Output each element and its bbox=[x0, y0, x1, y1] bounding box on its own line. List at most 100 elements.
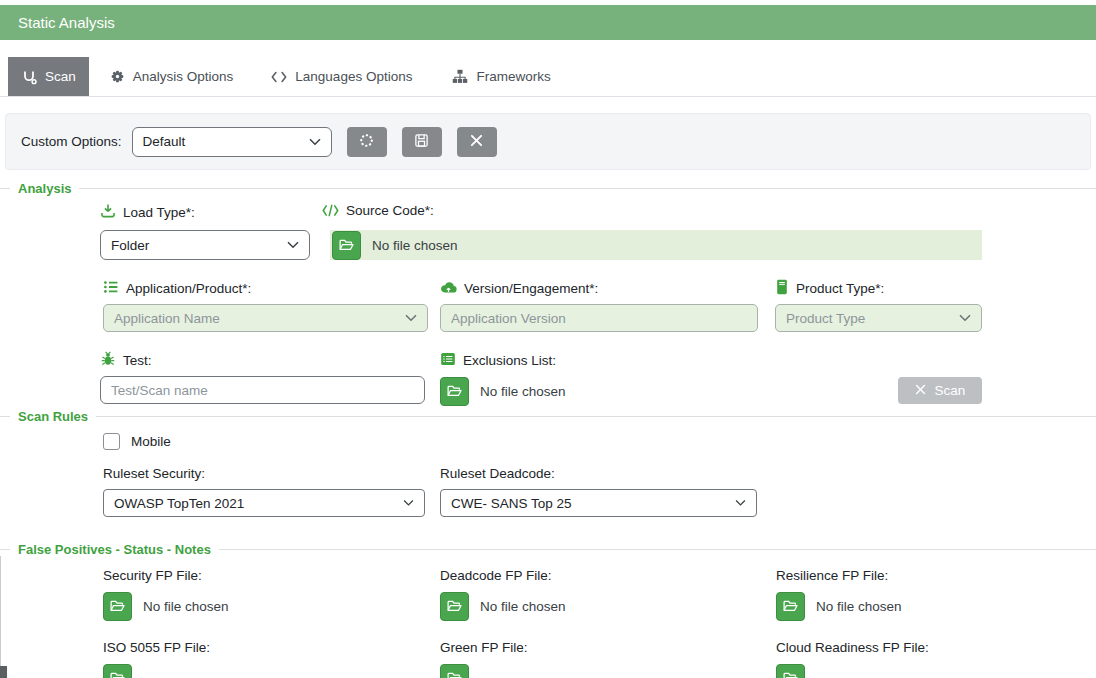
cloud-readiness-fp-label: Cloud Readiness FP File: bbox=[776, 640, 929, 655]
iso5055-fp-file-input[interactable] bbox=[103, 663, 132, 678]
source-code-file-input[interactable]: No file chosen bbox=[330, 230, 982, 260]
analysis-section: Analysis Load Type*: Folder Source Code*… bbox=[0, 181, 1096, 409]
download-icon bbox=[100, 203, 116, 222]
custom-options-label: Custom Options: bbox=[21, 134, 122, 149]
tab-label: Scan bbox=[45, 69, 76, 84]
false-positives-legend: False Positives - Status - Notes bbox=[10, 542, 219, 557]
ruleset-security-value: OWASP TopTen 2021 bbox=[114, 496, 244, 511]
source-code-icon bbox=[322, 204, 339, 217]
security-fp-file-input[interactable]: No file chosen bbox=[103, 591, 229, 621]
list-alt-icon bbox=[440, 351, 456, 370]
test-input[interactable]: Test/Scan name bbox=[100, 376, 425, 404]
refresh-spinner-button[interactable] bbox=[347, 127, 387, 157]
source-code-label: Source Code*: bbox=[346, 203, 434, 218]
version-input[interactable]: Application Version bbox=[440, 304, 758, 332]
mobile-label: Mobile bbox=[131, 434, 171, 449]
folder-open-icon[interactable] bbox=[103, 664, 132, 678]
product-type-placeholder: Product Type bbox=[786, 311, 865, 326]
save-button[interactable] bbox=[402, 127, 442, 157]
load-type-value: Folder bbox=[111, 238, 149, 253]
ruleset-deadcode-label: Ruleset Deadcode: bbox=[440, 466, 555, 481]
resilience-fp-label: Resilience FP File: bbox=[776, 568, 888, 583]
load-type-select[interactable]: Folder bbox=[100, 230, 310, 260]
ruleset-deadcode-value: CWE- SANS Top 25 bbox=[451, 496, 572, 511]
spinner-icon bbox=[358, 132, 375, 152]
folder-open-icon[interactable] bbox=[776, 592, 805, 621]
folder-open-icon[interactable] bbox=[440, 377, 469, 406]
application-label-row: Application/Product*: bbox=[103, 279, 251, 298]
application-placeholder: Application Name bbox=[114, 311, 220, 326]
left-edge-line bbox=[0, 556, 1, 678]
ruleset-deadcode-select[interactable]: CWE- SANS Top 25 bbox=[440, 489, 757, 517]
test-label-row: Test: bbox=[100, 351, 152, 370]
product-type-select[interactable]: Product Type bbox=[775, 304, 982, 332]
test-placeholder: Test/Scan name bbox=[111, 383, 208, 398]
exclusions-file-input[interactable]: No file chosen bbox=[440, 376, 566, 406]
tab-scan[interactable]: Scan bbox=[8, 57, 89, 96]
tab-label: Languages Options bbox=[295, 69, 412, 84]
chevron-down-icon bbox=[735, 500, 746, 507]
tab-analysis-options[interactable]: Analysis Options bbox=[97, 57, 247, 96]
clear-button[interactable] bbox=[457, 127, 497, 157]
scan-rules-section: Scan Rules Mobile Ruleset Security: OWAS… bbox=[0, 409, 1096, 542]
chevron-down-icon bbox=[405, 314, 417, 322]
version-label-row: Version/Engagement*: bbox=[440, 279, 598, 297]
product-type-label-row: Product Type*: bbox=[775, 279, 884, 298]
application-select[interactable]: Application Name bbox=[103, 304, 428, 332]
resilience-fp-file-input[interactable]: No file chosen bbox=[776, 591, 902, 621]
custom-options-value: Default bbox=[143, 134, 186, 149]
tab-label: Analysis Options bbox=[133, 69, 234, 84]
exclusions-label: Exclusions List: bbox=[463, 353, 556, 368]
deadcode-fp-file-input[interactable]: No file chosen bbox=[440, 591, 566, 621]
close-icon bbox=[915, 383, 926, 398]
close-icon bbox=[470, 134, 483, 150]
stethoscope-icon bbox=[21, 69, 37, 85]
security-fp-file-text: No file chosen bbox=[143, 599, 229, 614]
gear-icon bbox=[110, 69, 125, 84]
chevron-down-icon bbox=[309, 138, 321, 146]
source-code-file-text: No file chosen bbox=[372, 238, 458, 253]
folder-open-icon[interactable] bbox=[440, 592, 469, 621]
resilience-fp-file-text: No file chosen bbox=[816, 599, 902, 614]
load-type-label: Load Type*: bbox=[123, 205, 195, 220]
left-edge-artifact bbox=[0, 666, 7, 678]
green-fp-file-input[interactable] bbox=[440, 663, 469, 678]
cloud-readiness-fp-file-input[interactable] bbox=[776, 663, 805, 678]
tab-label: Frameworks bbox=[476, 69, 550, 84]
version-label: Version/Engagement*: bbox=[464, 281, 598, 296]
save-icon bbox=[414, 133, 429, 151]
test-label: Test: bbox=[123, 353, 152, 368]
product-type-label: Product Type*: bbox=[796, 281, 884, 296]
scan-button[interactable]: Scan bbox=[898, 377, 982, 404]
analysis-legend: Analysis bbox=[10, 181, 79, 196]
security-fp-label: Security FP File: bbox=[103, 568, 202, 583]
green-fp-label: Green FP File: bbox=[440, 640, 528, 655]
tab-frameworks[interactable]: Frameworks bbox=[439, 57, 563, 96]
scan-rules-legend: Scan Rules bbox=[10, 409, 96, 424]
tab-languages-options[interactable]: Languages Options bbox=[258, 57, 425, 96]
mobile-checkbox-row: Mobile bbox=[103, 433, 171, 450]
code-icon bbox=[271, 71, 287, 83]
folder-open-icon[interactable] bbox=[776, 664, 805, 678]
load-type-label-row: Load Type*: bbox=[100, 203, 195, 222]
folder-open-icon[interactable] bbox=[440, 664, 469, 678]
folder-open-icon[interactable] bbox=[103, 592, 132, 621]
deadcode-fp-label: Deadcode FP File: bbox=[440, 568, 552, 583]
false-positives-section: False Positives - Status - Notes Securit… bbox=[0, 542, 1096, 669]
custom-options-select[interactable]: Default bbox=[132, 127, 332, 157]
exclusions-label-row: Exclusions List: bbox=[440, 351, 556, 370]
mobile-checkbox[interactable] bbox=[103, 433, 120, 450]
version-placeholder: Application Version bbox=[451, 311, 566, 326]
folder-open-icon[interactable] bbox=[332, 231, 361, 260]
scan-button-label: Scan bbox=[935, 383, 966, 398]
source-code-label-row: Source Code*: bbox=[322, 203, 434, 218]
sitemap-icon bbox=[452, 69, 468, 84]
book-icon bbox=[775, 279, 789, 298]
ruleset-security-label: Ruleset Security: bbox=[103, 466, 205, 481]
chevron-down-icon bbox=[959, 314, 971, 322]
application-label: Application/Product*: bbox=[126, 281, 251, 296]
iso5055-fp-label: ISO 5055 FP File: bbox=[103, 640, 210, 655]
ruleset-security-select[interactable]: OWASP TopTen 2021 bbox=[103, 489, 425, 517]
deadcode-fp-file-text: No file chosen bbox=[480, 599, 566, 614]
chevron-down-icon bbox=[403, 500, 414, 507]
